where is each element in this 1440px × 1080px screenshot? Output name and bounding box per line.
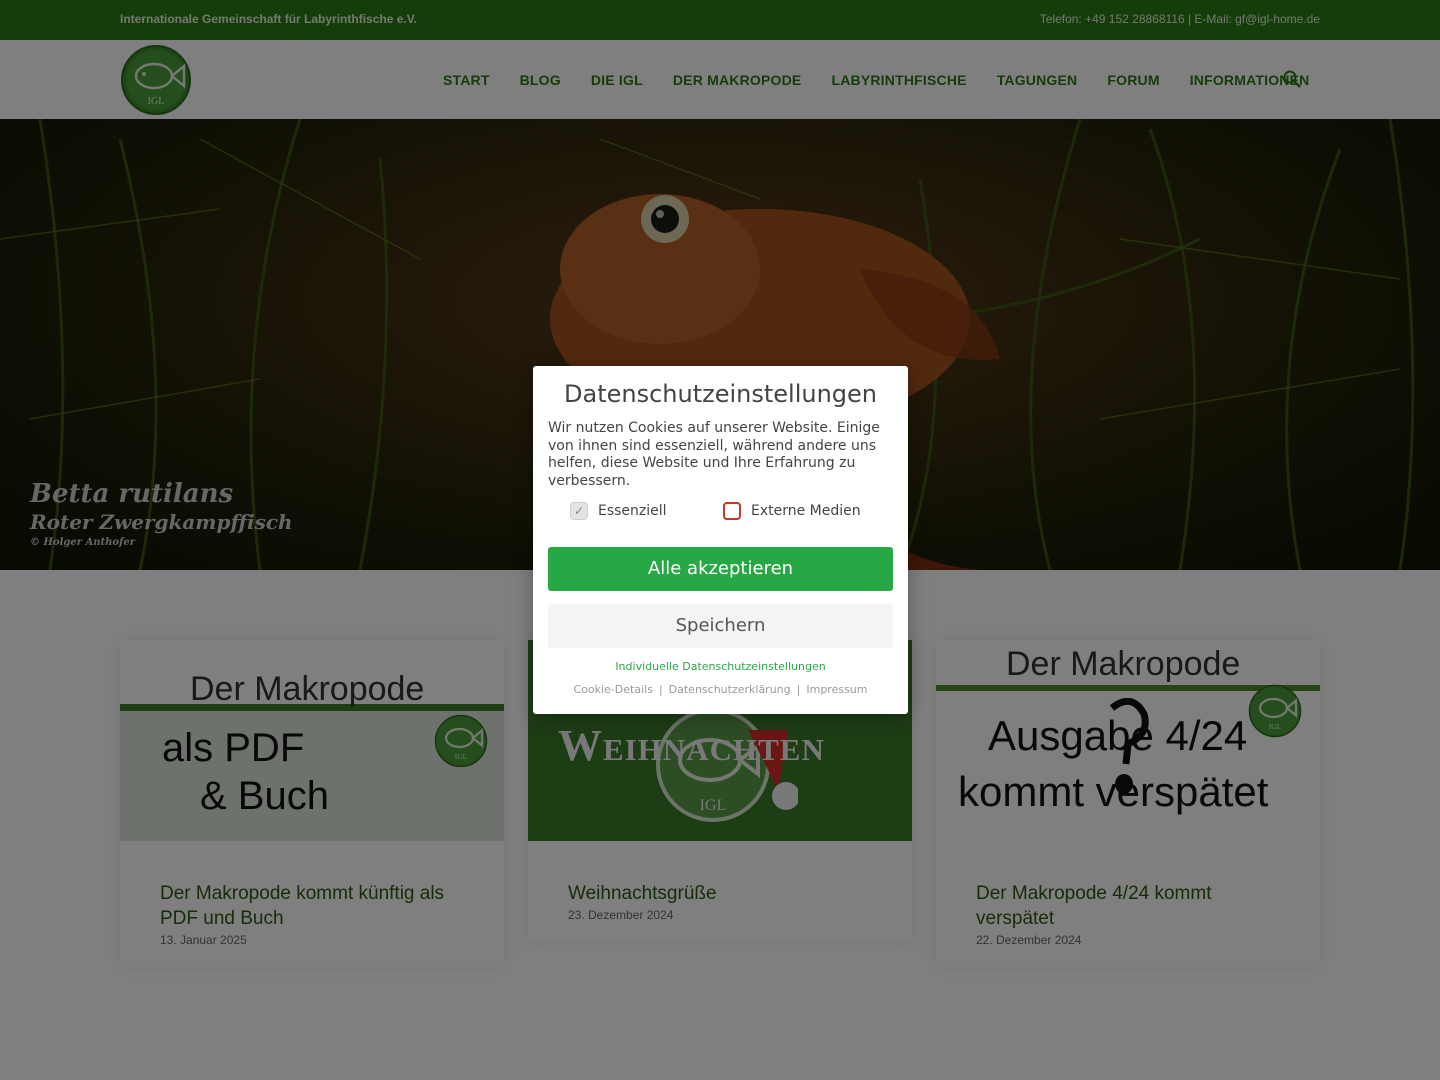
consent-checkboxes: ✓ Essenziell Externe Medien bbox=[570, 502, 890, 524]
cookie-details-link[interactable]: Cookie-Details bbox=[573, 683, 652, 696]
dialog-title: Datenschutzeinstellungen bbox=[564, 380, 877, 408]
dialog-footer-links: Cookie-Details | Datenschutzerklärung | Impr… bbox=[573, 683, 868, 696]
checkbox-external-media[interactable]: Externe Medien bbox=[723, 502, 861, 520]
checkmark-icon: ✓ bbox=[570, 502, 588, 520]
checkbox-essential-label: Essenziell bbox=[598, 503, 667, 519]
privacy-policy-link[interactable]: Datenschutzerklärung bbox=[669, 683, 791, 696]
save-button[interactable]: Speichern bbox=[548, 604, 893, 648]
checkbox-essential: ✓ Essenziell bbox=[570, 502, 667, 520]
checkbox-external-label[interactable]: Externe Medien bbox=[751, 503, 861, 519]
individual-settings-link[interactable]: Individuelle Datenschutzeinstellungen bbox=[533, 660, 908, 673]
accept-all-button[interactable]: Alle akzeptieren bbox=[548, 547, 893, 591]
imprint-link[interactable]: Impressum bbox=[806, 683, 867, 696]
cookie-consent-dialog: Datenschutzeinstellungen Wir nutzen Cook… bbox=[533, 366, 908, 714]
checkbox-box[interactable] bbox=[723, 502, 741, 520]
dialog-text: Wir nutzen Cookies auf unserer Website. … bbox=[548, 420, 880, 489]
